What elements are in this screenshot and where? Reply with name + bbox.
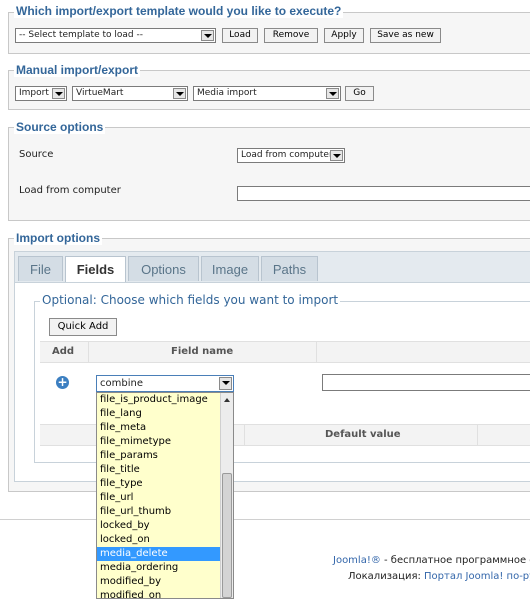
mode-select[interactable]: Import — [15, 86, 67, 101]
operation-select[interactable]: Media import — [193, 86, 341, 101]
dropdown-option[interactable]: file_is_product_image — [97, 393, 221, 407]
dropdown-option[interactable]: modified_on — [97, 589, 221, 598]
field-name-select[interactable]: combine — [96, 375, 234, 392]
component-select[interactable]: VirtueMart — [72, 86, 188, 101]
dropdown-option[interactable]: file_type — [97, 477, 221, 491]
add-row-icon[interactable]: + — [56, 376, 69, 389]
tab-paths[interactable]: Paths — [261, 256, 318, 281]
mode-select-value: Import — [19, 88, 49, 98]
col-field-name-header: Field name — [171, 346, 234, 357]
apply-button[interactable]: Apply — [324, 28, 364, 43]
chevron-down-icon — [326, 88, 339, 99]
template-legend: Which import/export template would you l… — [14, 4, 344, 18]
dropdown-option[interactable]: file_params — [97, 449, 221, 463]
source-legend: Source options — [14, 120, 106, 134]
dropdown-option[interactable]: locked_on — [97, 533, 221, 547]
scroll-up-icon[interactable] — [224, 398, 230, 402]
dropdown-scrollbar[interactable] — [220, 393, 233, 598]
operation-select-value: Media import — [197, 88, 257, 98]
dropdown-option[interactable]: media_ordering — [97, 561, 221, 575]
dropdown-items: file_is_product_image file_lang file_meta f… — [97, 393, 221, 598]
localization-link[interactable]: Портал Joomla! по-русс — [424, 571, 530, 582]
tab-file[interactable]: File — [18, 256, 63, 281]
scroll-thumb[interactable] — [222, 473, 232, 598]
dropdown-option[interactable]: file_url — [97, 491, 221, 505]
col-divider — [88, 341, 89, 363]
localization-label: Локализация: — [348, 571, 425, 582]
col-divider — [244, 424, 245, 446]
footer-divider — [0, 519, 530, 520]
col-divider — [316, 341, 317, 363]
load-from-computer-label: Load from computer — [19, 185, 121, 196]
chevron-down-icon — [173, 88, 186, 99]
tab-options[interactable]: Options — [128, 256, 199, 281]
source-select[interactable]: Load from computer — [237, 148, 345, 163]
footer-line-1: Joomla!® - бесплатное программное об — [333, 555, 530, 566]
joomla-link[interactable]: Joomla!® — [333, 555, 381, 566]
file-input[interactable] — [237, 186, 530, 201]
footer-text: - бесплатное программное об — [380, 555, 530, 566]
chevron-down-icon — [330, 150, 343, 161]
col-divider — [477, 424, 478, 446]
dropdown-option[interactable]: file_meta — [97, 421, 221, 435]
col-add-header: Add — [52, 346, 75, 357]
go-button[interactable]: Go — [345, 86, 374, 101]
component-select-value: VirtueMart — [76, 88, 124, 98]
chevron-down-icon — [52, 88, 65, 99]
field-name-select-value: combine — [100, 378, 143, 389]
load-button[interactable]: Load — [222, 28, 258, 43]
tab-fields[interactable]: Fields — [65, 256, 126, 283]
chevron-down-icon — [201, 30, 214, 41]
source-label: Source — [19, 149, 54, 160]
default-value-input[interactable] — [322, 374, 530, 391]
optional-legend: Optional: Choose which fields you want t… — [40, 293, 341, 307]
dropdown-option[interactable]: media_delete — [97, 547, 221, 561]
dropdown-option[interactable]: file_url_thumb — [97, 505, 221, 519]
col-default-value-header: Default value — [325, 429, 401, 440]
tab-image[interactable]: Image — [201, 256, 259, 281]
fields-table-header — [40, 341, 530, 363]
dropdown-option[interactable]: locked_by — [97, 519, 221, 533]
source-fieldset — [8, 127, 530, 221]
save-as-new-button[interactable]: Save as new — [370, 28, 441, 43]
template-select[interactable]: -- Select template to load -- — [15, 28, 216, 43]
source-select-value: Load from computer — [241, 150, 333, 160]
dropdown-option[interactable]: file_mimetype — [97, 435, 221, 449]
manual-legend: Manual import/export — [14, 63, 141, 77]
template-select-value: -- Select template to load -- — [19, 30, 143, 40]
field-dropdown-list[interactable]: file_is_product_image file_lang file_meta f… — [96, 392, 234, 599]
import-legend: Import options — [14, 231, 102, 245]
dropdown-option[interactable]: file_lang — [97, 407, 221, 421]
quick-add-button[interactable]: Quick Add — [49, 318, 117, 336]
dropdown-option[interactable]: file_title — [97, 463, 221, 477]
remove-button[interactable]: Remove — [264, 28, 318, 43]
chevron-down-icon — [219, 377, 232, 390]
dropdown-option[interactable]: modified_by — [97, 575, 221, 589]
footer-line-2: Локализация: Портал Joomla! по-русс — [348, 571, 530, 582]
